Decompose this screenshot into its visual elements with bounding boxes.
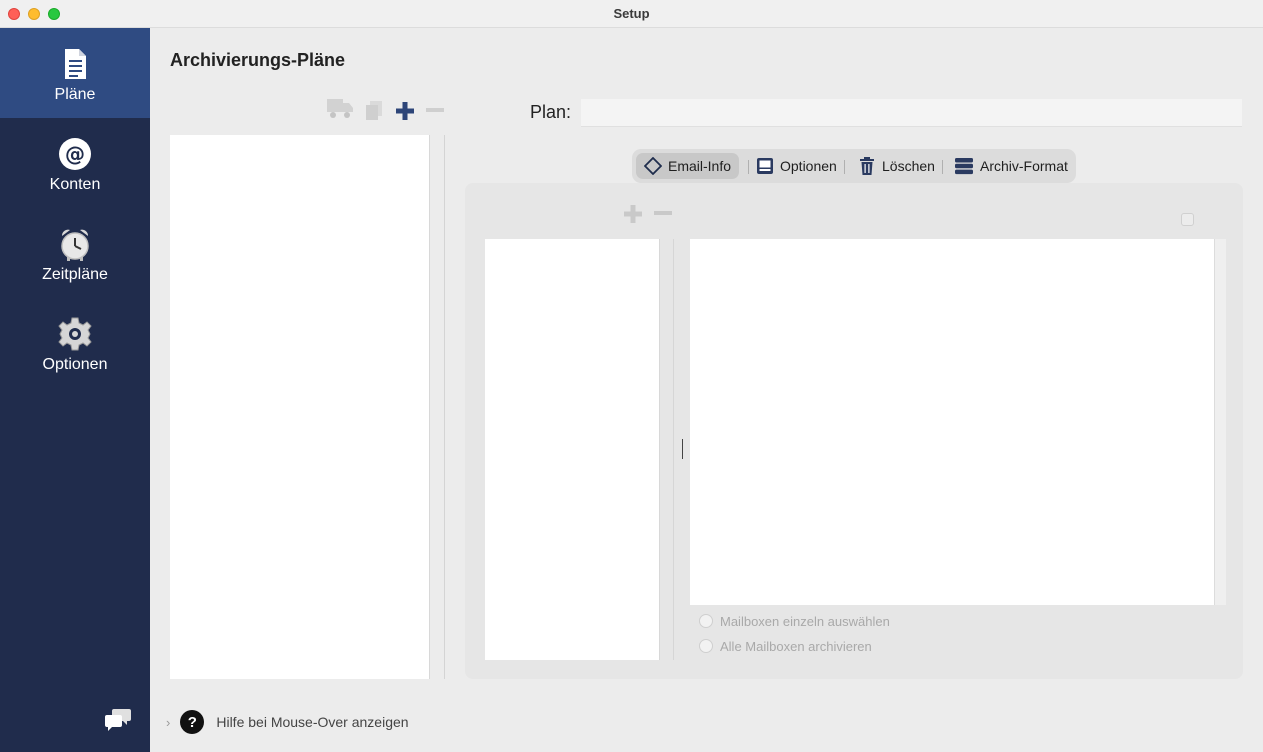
main-panel: Archivierungs-Pläne Plan: Email-Info Opt… bbox=[150, 28, 1263, 752]
mailbox-source-list[interactable] bbox=[485, 239, 660, 660]
trash-icon bbox=[860, 157, 874, 175]
tab-label: Optionen bbox=[780, 158, 837, 174]
tab-loeschen[interactable]: Löschen bbox=[850, 153, 943, 179]
tab-label: Löschen bbox=[882, 158, 935, 174]
duplicate-icon[interactable] bbox=[364, 100, 384, 122]
email-info-panel: Mailboxen einzeln auswählen Alle Mailbox… bbox=[465, 183, 1243, 679]
option-checkbox[interactable] bbox=[1181, 213, 1194, 226]
chevron-right-icon[interactable]: › bbox=[166, 715, 170, 730]
tab-divider bbox=[844, 160, 845, 174]
minus-icon[interactable] bbox=[653, 210, 673, 216]
scrollbar[interactable] bbox=[1214, 239, 1226, 605]
at-icon: @ bbox=[59, 138, 91, 170]
plan-label: Plan: bbox=[530, 102, 572, 122]
tab-archiv-format[interactable]: Archiv-Format bbox=[946, 153, 1076, 179]
plans-list[interactable] bbox=[170, 135, 430, 679]
sidebar-item-plaene[interactable]: Pläne bbox=[0, 28, 150, 118]
sidebar-item-zeitplaene[interactable]: Zeitpläne bbox=[0, 208, 150, 298]
help-icon[interactable]: ? bbox=[180, 710, 205, 734]
help-toggle[interactable]: › ? Hilfe bei Mouse-Over anzeigen bbox=[166, 708, 409, 736]
divider bbox=[444, 135, 445, 679]
title-bar: Setup bbox=[0, 0, 1263, 28]
window-title: Setup bbox=[613, 6, 650, 21]
help-label: Hilfe bei Mouse-Over anzeigen bbox=[216, 714, 409, 730]
plan-name-input[interactable] bbox=[581, 99, 1242, 127]
sidebar-item-konten[interactable]: @ Konten bbox=[0, 118, 150, 208]
radio-label: Alle Mailboxen archivieren bbox=[720, 638, 872, 654]
alarm-clock-icon bbox=[61, 229, 89, 261]
tab-email-info[interactable]: Email-Info bbox=[636, 153, 740, 179]
tag-icon bbox=[644, 157, 662, 175]
chat-bubbles-icon[interactable] bbox=[104, 707, 132, 733]
tab-divider bbox=[942, 160, 943, 174]
sidebar-item-label: Zeitpläne bbox=[42, 266, 108, 283]
sidebar-item-optionen[interactable]: Optionen bbox=[0, 298, 150, 388]
tab-optionen[interactable]: Optionen bbox=[748, 153, 845, 179]
window-icon bbox=[757, 158, 773, 174]
gear-icon bbox=[58, 317, 92, 351]
sidebar: Pläne @ Konten Zeitpläne Optionen bbox=[0, 28, 150, 752]
sidebar-item-label: Pläne bbox=[54, 86, 96, 103]
sidebar-item-label: Optionen bbox=[42, 356, 108, 373]
radio-select-individually[interactable]: Mailboxen einzeln auswählen bbox=[699, 612, 890, 630]
tab-label: Email-Info bbox=[668, 158, 732, 174]
mailbox-list[interactable] bbox=[690, 239, 1214, 605]
split-handle[interactable] bbox=[682, 439, 683, 459]
radio-button[interactable] bbox=[699, 614, 713, 628]
svg-text:@: @ bbox=[65, 142, 85, 166]
sidebar-item-label: Konten bbox=[49, 176, 101, 193]
page-title: Archivierungs-Pläne bbox=[170, 50, 346, 70]
stack-icon bbox=[955, 158, 973, 175]
radio-label: Mailboxen einzeln auswählen bbox=[720, 613, 890, 629]
divider bbox=[673, 239, 674, 660]
radio-button[interactable] bbox=[699, 639, 713, 653]
plus-icon[interactable] bbox=[395, 101, 415, 121]
truck-icon[interactable] bbox=[326, 96, 354, 120]
minus-icon[interactable] bbox=[425, 107, 445, 113]
radio-archive-all[interactable]: Alle Mailboxen archivieren bbox=[699, 637, 872, 655]
tab-label: Archiv-Format bbox=[980, 158, 1068, 174]
tab-bar: Email-Info Optionen Löschen Archiv-Forma… bbox=[632, 149, 1076, 183]
plus-icon[interactable] bbox=[623, 204, 643, 224]
document-icon bbox=[65, 49, 86, 79]
